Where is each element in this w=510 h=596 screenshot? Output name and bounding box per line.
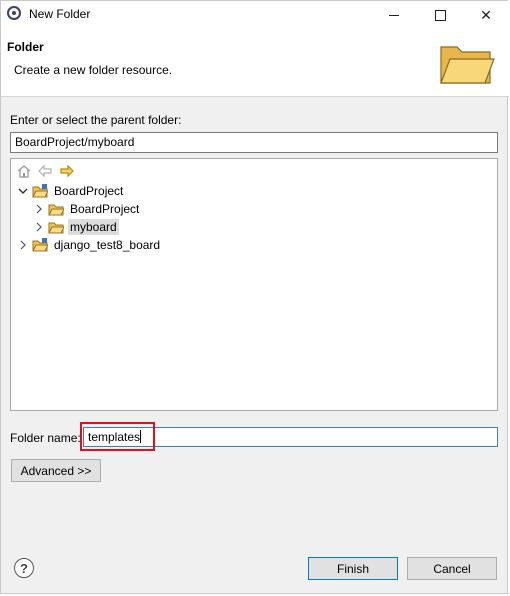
folder-name-value: templates: [88, 430, 141, 444]
text-caret: [140, 430, 142, 443]
advanced-button[interactable]: Advanced >>: [11, 459, 101, 482]
tree-item-myboard[interactable]: myboard: [33, 218, 119, 236]
folder-tree[interactable]: BoardProject BoardProject myboard django…: [10, 158, 498, 411]
tree-item-label: django_test8_board: [54, 238, 161, 252]
banner-title: Folder: [7, 40, 44, 54]
back-icon[interactable]: [37, 164, 53, 178]
minimize-button[interactable]: [371, 1, 417, 29]
project-folder-icon: [32, 184, 48, 198]
window-title: New Folder: [29, 7, 91, 21]
eclipse-icon: [7, 6, 21, 20]
wizard-banner: Folder Create a new folder resource.: [1, 29, 509, 97]
chevron-down-icon[interactable]: [17, 185, 29, 197]
folder-name-label: Folder name:: [10, 431, 81, 445]
folder-wizard-icon: [440, 46, 495, 84]
project-folder-icon: [32, 238, 48, 252]
tree-item-boardproject[interactable]: BoardProject: [17, 182, 125, 200]
folder-name-input[interactable]: templates: [83, 427, 498, 447]
forward-icon[interactable]: [59, 164, 75, 178]
tree-item-label: myboard: [68, 219, 119, 235]
folder-icon: [48, 204, 64, 216]
tree-item-label: BoardProject: [70, 202, 140, 216]
close-icon: ✕: [480, 6, 492, 23]
home-icon[interactable]: [16, 164, 32, 178]
tree-item-label: BoardProject: [54, 184, 124, 198]
banner-message: Create a new folder resource.: [14, 63, 173, 77]
cancel-button[interactable]: Cancel: [407, 557, 497, 580]
close-button[interactable]: ✕: [463, 1, 509, 29]
maximize-button[interactable]: [417, 1, 463, 29]
chevron-right-icon[interactable]: [17, 239, 29, 251]
parent-folder-label: Enter or select the parent folder:: [10, 113, 182, 127]
tree-item-django-test8-board[interactable]: django_test8_board: [17, 236, 162, 254]
title-bar: New Folder ✕: [1, 1, 509, 29]
maximize-icon: [434, 9, 446, 21]
tree-item-boardproject-subfolder[interactable]: BoardProject: [33, 200, 141, 218]
chevron-right-icon[interactable]: [33, 221, 45, 233]
folder-icon: [48, 222, 64, 234]
chevron-right-icon[interactable]: [33, 203, 45, 215]
minimize-icon: [389, 14, 399, 16]
help-icon[interactable]: ?: [14, 558, 34, 578]
finish-button[interactable]: Finish: [308, 557, 398, 580]
new-folder-dialog: New Folder ✕ Folder Create a new folder …: [0, 0, 509, 594]
parent-folder-input[interactable]: BoardProject/myboard: [10, 132, 498, 153]
